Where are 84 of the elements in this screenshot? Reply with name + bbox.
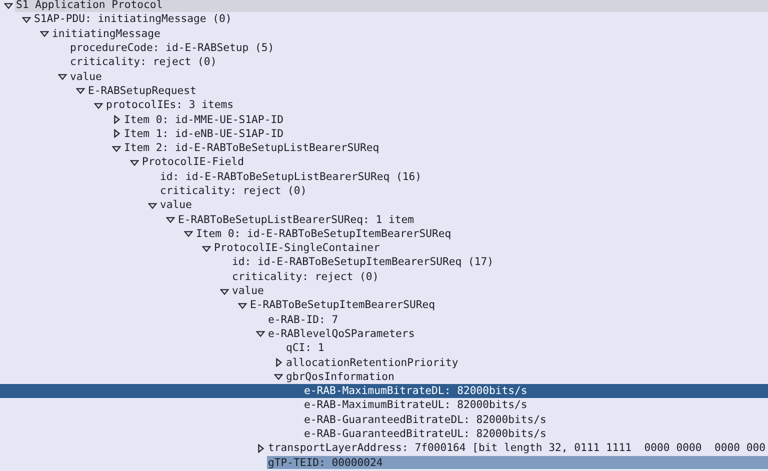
tree-row[interactable]: e-RAB-GuaranteedBitrateDL: 82000bits/s (0, 412, 768, 427)
expanded-arrow-icon[interactable] (202, 244, 210, 253)
tree-row[interactable]: id: id-E-RABToBeSetupItemBearerSUReq (17) (0, 255, 768, 270)
tree-item-label: criticality: reject (0) (231, 270, 380, 284)
collapsed-arrow-icon[interactable] (274, 358, 282, 368)
tree-item-label: e-RAB-ID: 7 (267, 312, 340, 327)
tree-row[interactable]: Item 2: id-E-RABToBeSetupListBearerSUReq (0, 140, 768, 156)
tree-item-label: value (69, 70, 103, 84)
tree-row[interactable]: value (0, 198, 768, 212)
tree-item-label: ProtocolIE-SingleContainer (213, 241, 381, 256)
tree-row[interactable]: Item 0: id-MME-UE-S1AP-ID (0, 112, 768, 127)
tree-row[interactable]: id: id-E-RABToBeSetupListBearerSUReq (16) (0, 170, 768, 184)
collapsed-arrow-icon[interactable] (112, 115, 120, 124)
tree-row[interactable]: criticality: reject (0) (0, 55, 768, 70)
tree-item-label: E-RABSetupRequest (87, 84, 198, 98)
collapsed-arrow-icon[interactable] (256, 444, 264, 453)
tree-item-label: Item 0: id-E-RABToBeSetupItemBearerSUReq (195, 226, 452, 242)
tree-item-label: protocolIEs: 3 items (105, 98, 235, 112)
tree-row[interactable]: protocolIEs: 3 items (0, 98, 768, 112)
expanded-arrow-icon[interactable] (184, 229, 192, 238)
expanded-arrow-icon[interactable] (4, 0, 12, 10)
tree-row[interactable]: e-RABlevelQoSParameters (0, 326, 768, 342)
tree-row[interactable]: criticality: reject (0) (0, 184, 768, 198)
expanded-arrow-icon[interactable] (148, 200, 156, 210)
tree-item-label: S1AP-PDU: initiatingMessage (0) (33, 12, 233, 27)
tree-row[interactable]: ProtocolIE-SingleContainer (0, 241, 768, 256)
tree-row[interactable]: E-RABToBeSetupListBearerSUReq: 1 item (0, 212, 768, 227)
tree-item-label: e-RAB-MaximumBitrateDL: 82000bits/s (303, 384, 528, 398)
tree-item-label: e-RAB-GuaranteedBitrateUL: 82000bits/s (303, 427, 548, 442)
tree-row[interactable]: gbrQosInformation (0, 370, 768, 384)
tree-row[interactable]: E-RABSetupRequest (0, 84, 768, 98)
tree-row[interactable]: Item 0: id-E-RABToBeSetupItemBearerSUReq (0, 226, 768, 242)
tree-item-label: qCI: 1 (285, 341, 326, 356)
tree-row[interactable]: criticality: reject (0) (0, 270, 768, 284)
tree-row[interactable]: gTP-TEID: 00000024 (0, 456, 768, 469)
tree-item-label: procedureCode: id-E-RABSetup (5) (69, 41, 276, 56)
tree-item-label: ProtocolIE-Field (141, 155, 246, 170)
tree-item-label: initiatingMessage (51, 26, 162, 41)
expanded-arrow-icon[interactable] (256, 329, 264, 338)
tree-row[interactable]: E-RABToBeSetupItemBearerSUReq (0, 298, 768, 313)
tree-item-label: e-RAB-MaximumBitrateUL: 82000bits/s (303, 398, 528, 413)
expanded-arrow-icon[interactable] (22, 14, 30, 24)
tree-row[interactable]: Item 1: id-eNB-UE-S1AP-ID (0, 126, 768, 141)
tree-item-label: gbrQosInformation (285, 370, 396, 384)
expanded-arrow-icon[interactable] (112, 144, 120, 153)
tree-row[interactable]: ProtocolIE-Field (0, 155, 768, 170)
tree-row[interactable]: allocationRetentionPriority (0, 355, 768, 370)
tree-row[interactable]: procedureCode: id-E-RABSetup (5) (0, 40, 768, 56)
tree-item-label: e-RAB-GuaranteedBitrateDL: 82000bits/s (303, 412, 548, 427)
tree-row[interactable]: e-RAB-GuaranteedBitrateUL: 82000bits/s (0, 426, 768, 442)
tree-item-label: id: id-E-RABToBeSetupItemBearerSUReq (17) (231, 255, 494, 270)
collapsed-arrow-icon[interactable] (112, 129, 120, 138)
tree-item-label: allocationRetentionPriority (285, 356, 460, 370)
tree-row[interactable]: value (0, 284, 768, 298)
tree-row[interactable]: S1AP-PDU: initiatingMessage (0) (0, 12, 768, 27)
tree-item-label: E-RABToBeSetupListBearerSUReq: 1 item (177, 212, 415, 227)
tree-row[interactable]: e-RAB-MaximumBitrateUL: 82000bits/s (0, 398, 768, 413)
tree-item-label: criticality: reject (0) (69, 55, 218, 70)
tree-item-label: value (231, 284, 265, 298)
expanded-arrow-icon[interactable] (274, 372, 282, 382)
expanded-arrow-icon[interactable] (94, 100, 102, 110)
tree-item-label: transportLayerAddress: 7f000164 [bit length 32, 0111 1111 0000 0000 0000 000 (267, 441, 766, 456)
tree-item-label: criticality: reject (0) (159, 184, 308, 198)
tree-item-label: Item 1: id-eNB-UE-S1AP-ID (123, 126, 284, 141)
tree-item-label: value (159, 198, 193, 212)
tree-item-label: e-RABlevelQoSParameters (267, 326, 416, 342)
tree-row[interactable]: e-RAB-ID: 7 (0, 312, 768, 327)
tree-row[interactable]: transportLayerAddress: 7f000164 [bit length 32, 0111 1111 0000 0000 0000 000 (0, 441, 768, 456)
tree-row[interactable]: qCI: 1 (0, 341, 768, 356)
tree-item-label: Item 0: id-MME-UE-S1AP-ID (123, 112, 284, 127)
tree-row[interactable]: e-RAB-MaximumBitrateDL: 82000bits/s (0, 384, 768, 398)
tree-item-label: id: id-E-RABToBeSetupListBearerSUReq (16) (159, 170, 422, 184)
expanded-arrow-icon[interactable] (76, 86, 84, 96)
expanded-arrow-icon[interactable] (58, 72, 66, 82)
tree-item-label: E-RABToBeSetupItemBearerSUReq (249, 298, 436, 313)
expanded-arrow-icon[interactable] (130, 158, 138, 167)
expanded-arrow-icon[interactable] (238, 300, 246, 310)
tree-item-label: Item 2: id-E-RABToBeSetupListBearerSUReq (123, 141, 380, 156)
expanded-arrow-icon[interactable] (40, 29, 48, 38)
tree-item-label: gTP-TEID: 00000024 (267, 456, 768, 469)
expanded-arrow-icon[interactable] (220, 286, 228, 296)
expanded-arrow-icon[interactable] (166, 215, 174, 224)
tree-row[interactable]: value (0, 69, 768, 84)
tree-row[interactable]: initiatingMessage (0, 26, 768, 41)
